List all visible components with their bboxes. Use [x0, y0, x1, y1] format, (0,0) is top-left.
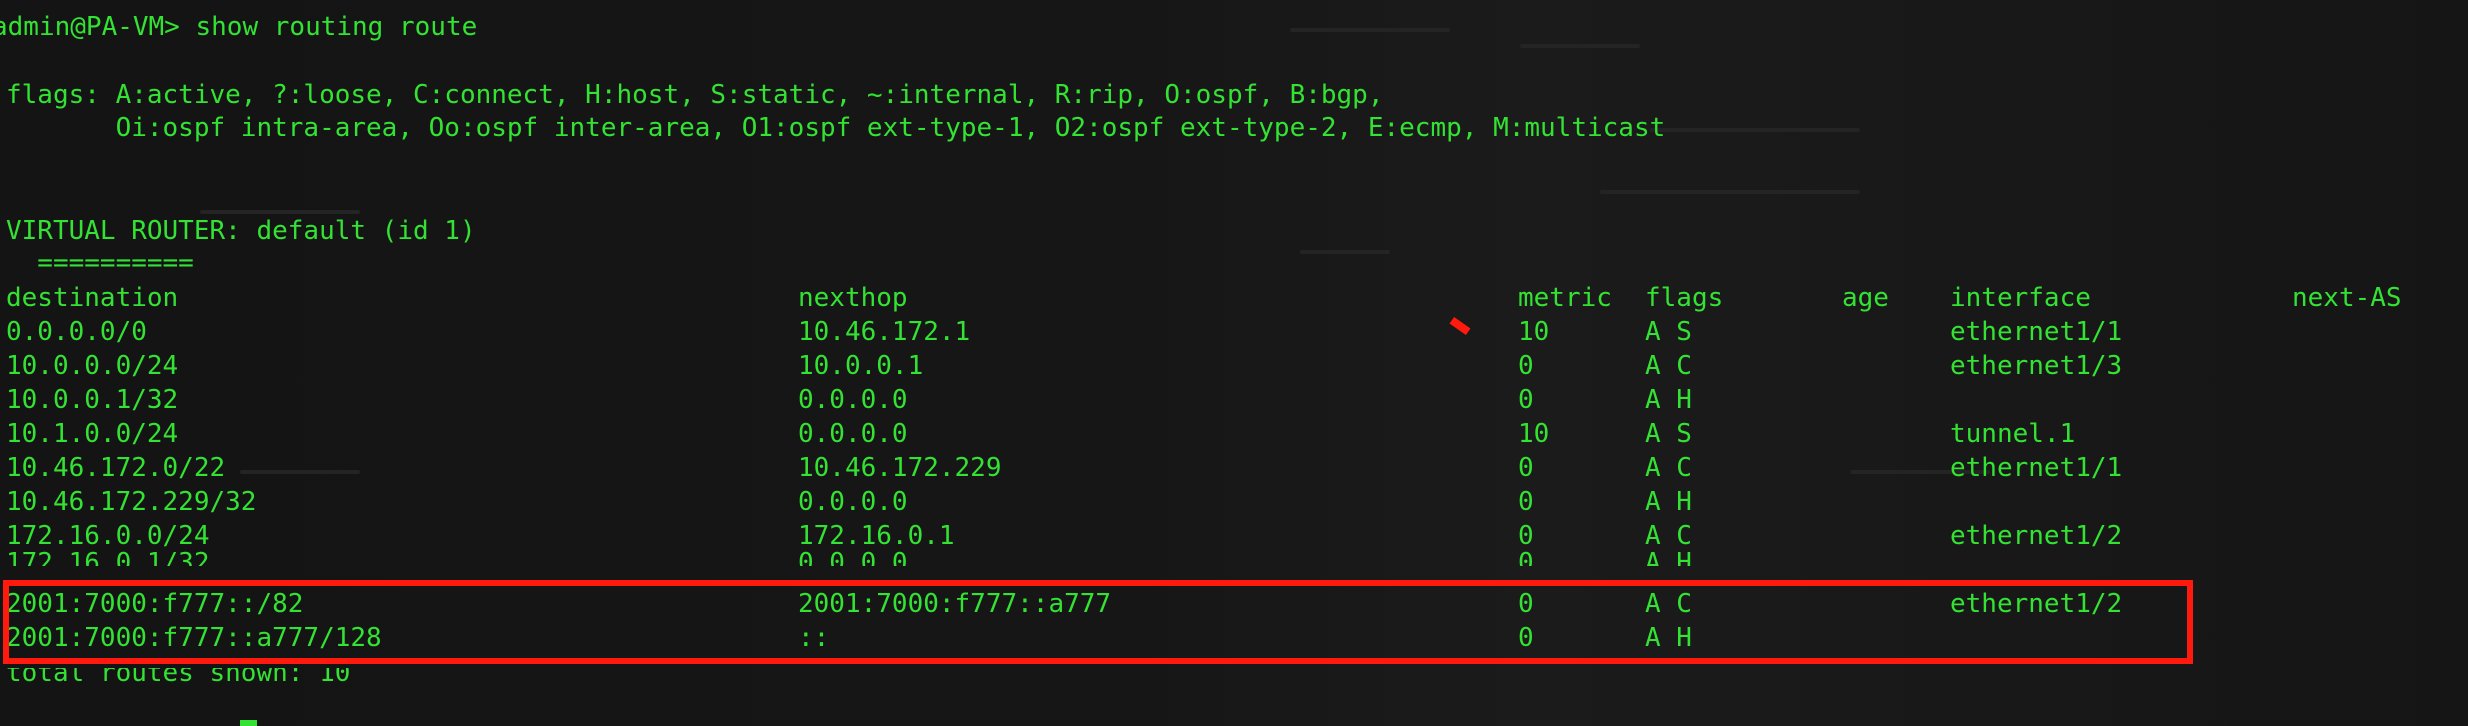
route-interface: ethernet1/1 [1950, 317, 2123, 347]
route-interface: ethernet1/3 [1950, 351, 2123, 381]
route-flags: A H [1645, 385, 1692, 415]
route-flags: A H [1645, 487, 1692, 517]
route-flags: A C [1645, 351, 1692, 381]
route-row: 10.0.0.1/32 0.0.0.0 0 A H [0, 383, 2468, 417]
column-header-next-as: next-AS [2292, 283, 2402, 313]
background-artifact [1650, 128, 1860, 132]
background-artifact [1600, 190, 1860, 194]
total-routes-line: total routes shown: 10 [6, 668, 351, 686]
route-row: 10.0.0.0/24 10.0.0.1 0 A C ethernet1/3 [0, 349, 2468, 383]
terminal-window[interactable]: admin@PA-VM> show routing route flags: A… [0, 0, 2468, 726]
route-interface: ethernet1/1 [1950, 453, 2123, 483]
route-flags: A C [1645, 453, 1692, 483]
route-destination: 0.0.0.0/0 [6, 317, 147, 347]
route-metric: 10 [1518, 419, 1550, 449]
background-artifact [1520, 44, 1640, 48]
route-destination: 10.46.172.0/22 [6, 453, 226, 483]
route-nexthop: 10.0.0.1 [798, 351, 924, 381]
route-flags: A S [1645, 419, 1692, 449]
virtual-router-underline: ========== [6, 248, 194, 278]
route-row: 10.46.172.229/32 0.0.0.0 0 A H [0, 485, 2468, 519]
route-destination: 172.16.0.1/32 [6, 548, 210, 566]
total-routes-line-clip: total routes shown: 10 [0, 668, 2468, 686]
route-metric: 10 [1518, 317, 1550, 347]
column-header-nexthop: nexthop [798, 283, 908, 313]
route-destination: 10.0.0.0/24 [6, 351, 179, 381]
virtual-router-line: VIRTUAL ROUTER: default (id 1) [6, 216, 476, 246]
route-row: 0.0.0.0/0 10.46.172.1 10 A S ethernet1/1 [0, 315, 2468, 349]
route-metric: 0 [1518, 453, 1534, 483]
column-header-interface: interface [1950, 283, 2091, 313]
background-artifact [1290, 28, 1450, 32]
background-artifact [1300, 250, 1390, 254]
terminal-cursor [240, 720, 257, 726]
route-nexthop: 10.46.172.1 [798, 317, 971, 347]
route-nexthop: 0.0.0.0 [798, 487, 908, 517]
route-row: 10.46.172.0/22 10.46.172.229 0 A C ether… [0, 451, 2468, 485]
route-metric: 0 [1518, 487, 1534, 517]
route-row: 172.16.0.1/32 0.0.0.0 0 A H [0, 546, 2468, 566]
clipped-route-row: 172.16.0.1/32 0.0.0.0 0 A H [0, 546, 2468, 566]
route-metric: 0 [1518, 351, 1534, 381]
route-destination: 10.0.0.1/32 [6, 385, 179, 415]
column-header-metric: metric [1518, 283, 1612, 313]
route-nexthop: 0.0.0.0 [798, 548, 908, 566]
route-destination: 10.46.172.229/32 [6, 487, 257, 517]
route-metric: 0 [1518, 385, 1534, 415]
route-nexthop: 0.0.0.0 [798, 385, 908, 415]
command-line: admin@PA-VM> show routing route [0, 12, 478, 42]
flags-legend-line-1: flags: A:active, ?:loose, C:connect, H:h… [6, 80, 1384, 110]
route-nexthop: 0.0.0.0 [798, 419, 908, 449]
column-header-destination: destination [6, 283, 179, 313]
route-row: 10.1.0.0/24 0.0.0.0 10 A S tunnel.1 [0, 417, 2468, 451]
route-interface: tunnel.1 [1950, 419, 2076, 449]
route-metric: 0 [1518, 548, 1534, 566]
route-flags: A S [1645, 317, 1692, 347]
route-table-header: destination nexthop metric flags age int… [0, 281, 2468, 315]
route-destination: 10.1.0.0/24 [6, 419, 179, 449]
column-header-age: age [1842, 283, 1889, 313]
route-nexthop: 10.46.172.229 [798, 453, 1002, 483]
highlight-box [3, 580, 2193, 664]
column-header-flags: flags [1645, 283, 1724, 313]
flags-legend-line-2: Oi:ospf intra-area, Oo:ospf inter-area, … [6, 113, 1666, 143]
route-flags: A H [1645, 548, 1692, 566]
